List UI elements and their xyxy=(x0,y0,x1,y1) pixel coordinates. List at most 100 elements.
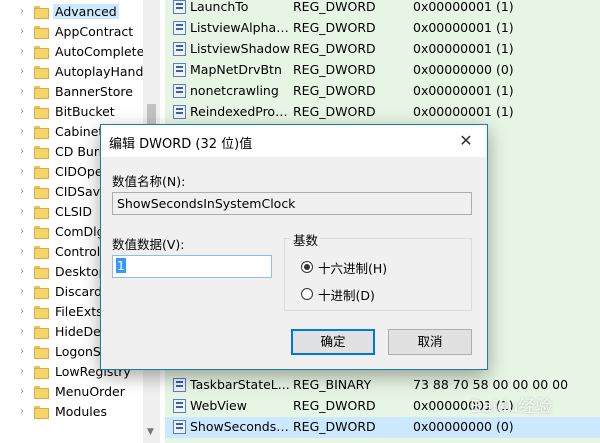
value-type: REG_DWORD xyxy=(293,41,376,56)
tree-item-label: LogonS xyxy=(55,344,101,359)
tree-item[interactable]: › BitBucket xyxy=(0,103,160,123)
cancel-button[interactable]: 取消 xyxy=(388,329,472,355)
chevron-right-icon[interactable]: › xyxy=(20,346,24,357)
table-row[interactable]: ListviewAlphaS... REG_DWORD 0x00000001 (1) xyxy=(165,18,600,39)
tree-item-label: Cabinet xyxy=(55,124,104,139)
tree-item[interactable]: › AutoComplete xyxy=(0,43,160,63)
chevron-right-icon[interactable]: › xyxy=(20,326,24,337)
value-data-input[interactable]: 1 xyxy=(112,255,272,278)
scroll-down-icon[interactable]: ▼ xyxy=(147,427,154,437)
chevron-right-icon[interactable]: › xyxy=(20,406,24,417)
tree-item-label: AutoComplete xyxy=(55,44,145,59)
value-data: 0x00000000 (0) xyxy=(413,419,514,434)
folder-icon xyxy=(34,6,49,19)
chevron-right-icon[interactable]: › xyxy=(20,86,24,97)
table-row[interactable]: MapNetDrvBtn REG_DWORD 0x00000000 (0) xyxy=(165,60,600,81)
reg-value-icon xyxy=(173,399,186,413)
value-name: MapNetDrvBtn xyxy=(190,62,282,77)
chevron-right-icon[interactable]: › xyxy=(20,46,24,57)
tree-item-label: Modules xyxy=(55,404,107,419)
decimal-radio[interactable] xyxy=(301,288,313,300)
folder-icon xyxy=(34,26,49,39)
folder-icon xyxy=(34,406,49,419)
reg-value-icon xyxy=(173,420,186,434)
reg-value-icon xyxy=(173,105,186,119)
table-row[interactable]: ShowSecondsI... REG_DWORD 0x00000000 (0) xyxy=(165,417,600,438)
folder-icon xyxy=(34,286,49,299)
reg-value-icon xyxy=(173,63,186,77)
dialog-title: 编辑 DWORD (32 位)值 xyxy=(109,137,253,152)
table-row[interactable]: LaunchTo REG_DWORD 0x00000001 (1) xyxy=(165,0,600,18)
chevron-right-icon[interactable]: › xyxy=(20,106,24,117)
value-name: ReindexedProf... xyxy=(190,104,290,119)
value-data: 0x00000000 (0) xyxy=(413,62,514,77)
value-data: 0x00000001 (1) xyxy=(413,104,514,119)
folder-icon xyxy=(34,386,49,399)
value-name: ListviewShadow xyxy=(190,41,290,56)
value-type: REG_DWORD xyxy=(293,0,376,14)
tree-item-label: CD Burn xyxy=(55,144,107,159)
hex-radio[interactable] xyxy=(301,261,313,273)
tree-item[interactable]: › Advanced xyxy=(0,3,160,23)
table-row[interactable]: ListviewShadow REG_DWORD 0x00000001 (1) xyxy=(165,39,600,60)
value-type: REG_DWORD xyxy=(293,20,376,35)
chevron-right-icon[interactable]: › xyxy=(20,206,24,217)
chevron-right-icon[interactable]: › xyxy=(20,366,24,377)
chevron-right-icon[interactable]: › xyxy=(20,126,24,137)
tree-item-label: Discard xyxy=(55,284,102,299)
chevron-right-icon[interactable]: › xyxy=(20,166,24,177)
folder-icon xyxy=(34,226,49,239)
folder-icon xyxy=(34,346,49,359)
tree-item[interactable]: › BannerStore xyxy=(0,83,160,103)
folder-icon xyxy=(34,366,49,379)
value-name-field: ShowSecondsInSystemClock xyxy=(112,192,472,215)
tree-item-label: CLSID xyxy=(55,204,92,219)
chevron-right-icon[interactable]: › xyxy=(20,186,24,197)
chevron-right-icon[interactable]: › xyxy=(20,246,24,257)
value-name: ShowSecondsI... xyxy=(190,419,290,434)
chevron-right-icon[interactable]: › xyxy=(20,386,24,397)
reg-value-icon xyxy=(173,378,186,392)
tree-item-label: Advanced xyxy=(53,4,119,19)
close-icon[interactable]: ✕ xyxy=(453,129,479,153)
value-data: 0x00000001 (1) xyxy=(413,41,514,56)
tree-item-label: AutoplayHandle xyxy=(55,64,155,79)
chevron-right-icon[interactable]: › xyxy=(20,26,24,37)
reg-value-icon xyxy=(173,84,186,98)
dialog-titlebar[interactable]: 编辑 DWORD (32 位)值 ✕ xyxy=(101,125,487,157)
tree-item[interactable]: › MenuOrder xyxy=(0,383,160,403)
folder-icon xyxy=(34,306,49,319)
chevron-right-icon[interactable]: › xyxy=(20,66,24,77)
ok-button[interactable]: 确定 xyxy=(291,329,375,355)
folder-icon xyxy=(34,66,49,79)
value-name-label: 数值名称(N): xyxy=(112,174,186,189)
folder-icon xyxy=(34,206,49,219)
table-row[interactable]: nonetcrawling REG_DWORD 0x00000001 (1) xyxy=(165,81,600,102)
tree-item-label: Desktop xyxy=(55,264,107,279)
hex-radio-label[interactable]: 十六进制(H) xyxy=(318,258,387,277)
table-row[interactable]: ReindexedProf... REG_DWORD 0x00000001 (1) xyxy=(165,102,600,123)
tree-item-label: BitBucket xyxy=(55,104,115,119)
value-data: 73 88 70 58 00 00 00 00 xyxy=(413,377,569,392)
tree-item-label: HideDe xyxy=(55,324,101,339)
tree-item[interactable]: › Modules xyxy=(0,403,160,423)
chevron-right-icon[interactable]: › xyxy=(20,226,24,237)
reg-value-icon xyxy=(173,21,186,35)
folder-icon xyxy=(34,246,49,259)
chevron-right-icon[interactable]: › xyxy=(20,306,24,317)
chevron-right-icon[interactable]: › xyxy=(20,6,24,17)
tree-item[interactable]: › AutoplayHandle xyxy=(0,63,160,83)
tree-item-label: AppContract xyxy=(55,24,134,39)
value-data-label: 数值数据(V): xyxy=(112,237,185,252)
value-type: REG_DWORD xyxy=(293,62,376,77)
tree-item[interactable]: › AppContract xyxy=(0,23,160,43)
folder-icon xyxy=(34,126,49,139)
value-name: ListviewAlphaS... xyxy=(190,20,290,35)
decimal-radio-label[interactable]: 十进制(D) xyxy=(318,285,375,304)
chevron-right-icon[interactable]: › xyxy=(20,286,24,297)
edit-dword-dialog: 编辑 DWORD (32 位)值 ✕ 数值名称(N): ShowSecondsI… xyxy=(100,124,488,370)
value-data: 0x00000001 (1) xyxy=(413,20,514,35)
chevron-right-icon[interactable]: › xyxy=(20,266,24,277)
folder-icon xyxy=(34,106,49,119)
chevron-right-icon[interactable]: › xyxy=(20,146,24,157)
